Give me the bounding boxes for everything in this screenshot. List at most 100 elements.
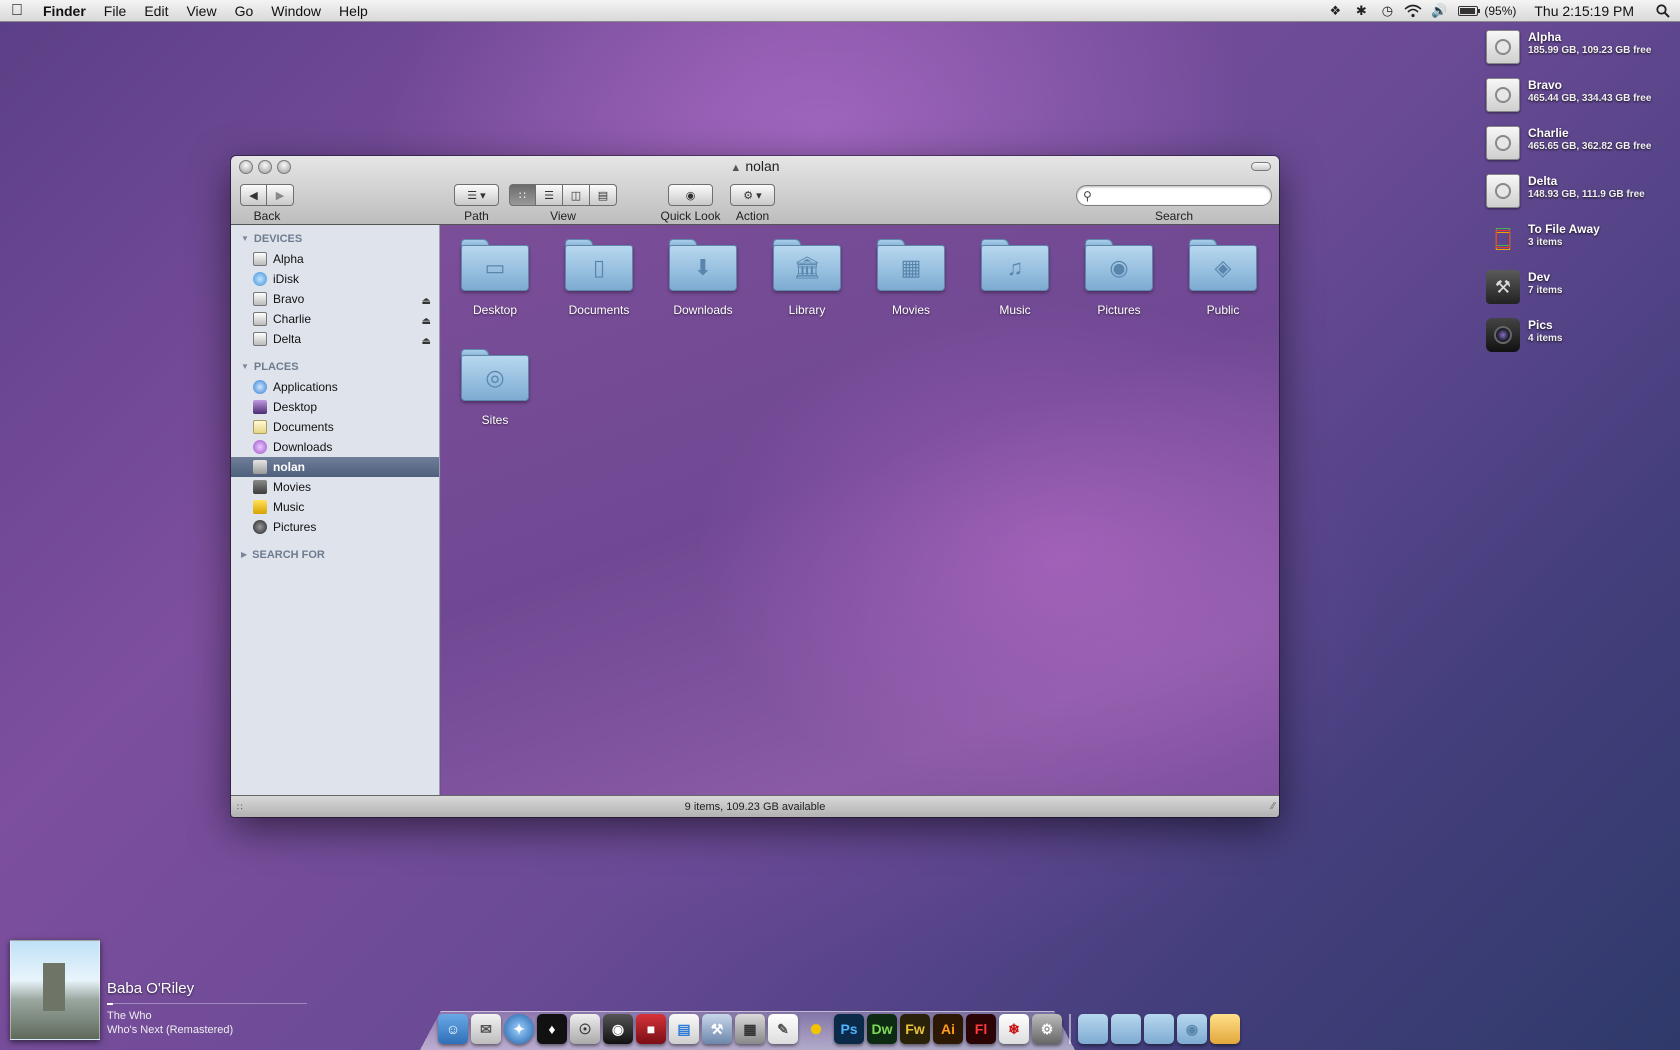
camera-icon[interactable]: ◉: [603, 1014, 633, 1044]
desktop-item-delta[interactable]: Delta 148.93 GB, 111.9 GB free: [1486, 174, 1676, 222]
sidebar-item-movies[interactable]: Movies: [231, 477, 439, 497]
flash-icon[interactable]: Fl: [966, 1014, 996, 1044]
adium-icon[interactable]: ●: [801, 1014, 831, 1044]
back-button[interactable]: ◀: [240, 184, 267, 206]
sidebar-resize-grip-icon[interactable]: ∷: [237, 796, 243, 817]
textedit-icon[interactable]: ✎: [768, 1014, 798, 1044]
quick-look-label: Quick Look: [660, 209, 721, 223]
photo-booth-icon[interactable]: ■: [636, 1014, 666, 1044]
sidebar-item-documents[interactable]: Documents: [231, 417, 439, 437]
desktop-item-dev[interactable]: ⚒ Dev 7 items: [1486, 270, 1676, 318]
sidebar-item-alpha[interactable]: Alpha: [231, 249, 439, 269]
devices-header[interactable]: ▼ DEVICES: [231, 229, 439, 249]
window-resize-grip-icon[interactable]: ∕∕: [1272, 796, 1275, 817]
sidebar-item-label: iDisk: [273, 272, 299, 286]
menu-clock[interactable]: Thu 2:15:19 PM: [1522, 3, 1646, 19]
butterfly-icon[interactable]: ❖: [1322, 0, 1348, 22]
menu-help[interactable]: Help: [330, 0, 377, 22]
photoshop-icon[interactable]: Ps: [834, 1014, 864, 1044]
icon-view-button[interactable]: ∷: [509, 184, 536, 206]
eject-icon[interactable]: ⏏: [422, 332, 431, 352]
search-for-header[interactable]: ▶ SEARCH FOR: [231, 545, 439, 565]
stack-icon[interactable]: [1210, 1014, 1240, 1044]
list-view-button[interactable]: ☰: [536, 184, 563, 206]
desktop-item-charlie[interactable]: Charlie 465.65 GB, 362.82 GB free: [1486, 126, 1676, 174]
volume-icon[interactable]: 🔊: [1426, 0, 1452, 22]
desktop-items: Alpha 185.99 GB, 109.23 GB free Bravo 465.…: [1486, 30, 1676, 366]
search-field[interactable]: ⚲: [1076, 185, 1272, 206]
desktop-item-pics[interactable]: Pics 4 items: [1486, 318, 1676, 366]
folder-downloads[interactable]: ⬇ Downloads: [655, 225, 751, 321]
sidebar-item-delta[interactable]: Delta ⏏: [231, 329, 439, 349]
safari-icon[interactable]: ✦: [504, 1014, 534, 1044]
headphones-icon[interactable]: ☉: [570, 1014, 600, 1044]
dreamweaver-icon[interactable]: Dw: [867, 1014, 897, 1044]
bluetooth-icon[interactable]: ✱: [1348, 0, 1374, 22]
quick-look-button[interactable]: ◉: [668, 184, 713, 206]
spotlight-icon[interactable]: [1646, 0, 1680, 22]
hard-drive-icon: [1486, 78, 1520, 112]
xcode-icon[interactable]: ⚒: [702, 1014, 732, 1044]
folder-movies[interactable]: ▦ Movies: [863, 225, 959, 321]
sidebar-item-nolan[interactable]: nolan: [231, 457, 439, 477]
acrobat-icon[interactable]: ❄: [999, 1014, 1029, 1044]
sidebar-item-downloads[interactable]: Downloads: [231, 437, 439, 457]
forward-button[interactable]: ▶: [267, 184, 294, 206]
window-toolbar[interactable]: ▲ nolan ◀ ▶ Back ☰ ▾ Path ∷ ☰ ◫ ▤ View ◉ …: [231, 156, 1279, 225]
desktop-item-bravo[interactable]: Bravo 465.44 GB, 334.43 GB free: [1486, 78, 1676, 126]
action-label: Action: [735, 209, 770, 223]
camera-icon: [1486, 318, 1520, 352]
sidebar-item-desktop[interactable]: Desktop: [231, 397, 439, 417]
finder-icon[interactable]: ☺: [438, 1014, 468, 1044]
calculator-icon[interactable]: ▦: [735, 1014, 765, 1044]
sidebar-item-pictures[interactable]: Pictures: [231, 517, 439, 537]
folder-sites[interactable]: ◎ Sites: [447, 335, 543, 431]
documents-folder-icon[interactable]: [1111, 1014, 1141, 1044]
illustrator-icon[interactable]: Ai: [933, 1014, 963, 1044]
wifi-icon[interactable]: [1400, 0, 1426, 22]
idisk-icon: [253, 272, 267, 286]
album-art[interactable]: [10, 940, 100, 1040]
desktop-item-alpha[interactable]: Alpha 185.99 GB, 109.23 GB free: [1486, 30, 1676, 78]
menu-edit[interactable]: Edit: [135, 0, 177, 22]
tuxedo-icon[interactable]: ♦: [537, 1014, 567, 1044]
search-input[interactable]: [1095, 188, 1271, 203]
folder-pictures[interactable]: ◉ Pictures: [1071, 225, 1167, 321]
sidebar-item-applications[interactable]: Applications: [231, 377, 439, 397]
folder-public[interactable]: ◈ Public: [1175, 225, 1271, 321]
mail-icon[interactable]: ✉: [471, 1014, 501, 1044]
folder-content-area[interactable]: ▭ Desktop ▯ Documents ⬇ Downloads 🏛 Libr…: [441, 225, 1279, 795]
menu-finder[interactable]: Finder: [34, 0, 95, 22]
sidebar-item-idisk[interactable]: iDisk: [231, 269, 439, 289]
path-button[interactable]: ☰ ▾: [454, 184, 499, 206]
applications-folder-icon[interactable]: [1078, 1014, 1108, 1044]
menu-window[interactable]: Window: [262, 0, 330, 22]
places-header[interactable]: ▼ PLACES: [231, 357, 439, 377]
sidebar-item-charlie[interactable]: Charlie ⏏: [231, 309, 439, 329]
sidebar-item-bravo[interactable]: Bravo ⏏: [231, 289, 439, 309]
folder-library[interactable]: 🏛 Library: [759, 225, 855, 321]
menu-go[interactable]: Go: [226, 0, 263, 22]
charts-icon[interactable]: ▤: [669, 1014, 699, 1044]
home-folder-icon[interactable]: ◉: [1177, 1014, 1207, 1044]
folder-music[interactable]: ♫ Music: [967, 225, 1063, 321]
battery-status[interactable]: (95%): [1452, 4, 1522, 18]
folder-desktop[interactable]: ▭ Desktop: [447, 225, 543, 321]
apple-menu-icon[interactable]: : [0, 2, 34, 20]
status-bar: ∷ 9 items, 109.23 GB available ∕∕: [231, 795, 1279, 817]
time-machine-icon[interactable]: ◷: [1374, 0, 1400, 22]
folder-documents[interactable]: ▯ Documents: [551, 225, 647, 321]
desktop-item-to-file-away[interactable]:  To File Away3 items: [1486, 222, 1676, 270]
hard-drive-icon: [1486, 126, 1520, 160]
system-preferences-icon[interactable]: ⚙: [1032, 1014, 1062, 1044]
fireworks-icon[interactable]: Fw: [900, 1014, 930, 1044]
column-view-button[interactable]: ◫: [563, 184, 590, 206]
menu-file[interactable]: File: [95, 0, 136, 22]
track-progress-fill: [107, 1003, 113, 1005]
toolbar-toggle-button[interactable]: [1251, 162, 1271, 171]
menu-view[interactable]: View: [177, 0, 225, 22]
sidebar-item-music[interactable]: Music: [231, 497, 439, 517]
cover-flow-button[interactable]: ▤: [590, 184, 617, 206]
action-button[interactable]: ⚙ ▾: [730, 184, 775, 206]
downloads-folder-icon[interactable]: [1144, 1014, 1174, 1044]
